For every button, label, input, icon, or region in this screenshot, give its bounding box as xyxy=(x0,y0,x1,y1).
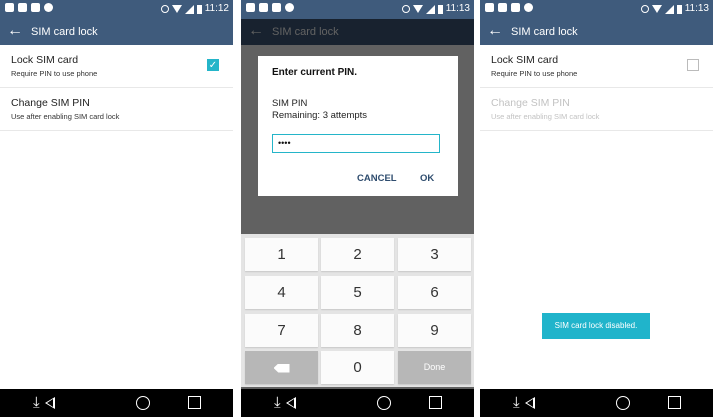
key-0[interactable]: 0 xyxy=(321,351,394,384)
status-bar: 11:13 xyxy=(480,0,713,19)
lock-sim-card-title: Lock SIM card xyxy=(11,54,79,66)
home-icon[interactable] xyxy=(616,396,630,410)
numeric-keypad: 1 2 3 4 5 6 7 8 9 0 Done xyxy=(241,234,474,387)
key-5[interactable]: 5 xyxy=(321,276,394,309)
back-icon[interactable] xyxy=(286,397,296,409)
notification-icons xyxy=(485,3,533,12)
change-sim-pin-title: Change SIM PIN xyxy=(11,97,90,109)
sync-icon xyxy=(285,3,294,12)
recent-apps-icon[interactable] xyxy=(668,396,681,409)
change-sim-pin-row[interactable]: Change SIM PIN Use after enabling SIM ca… xyxy=(0,88,233,131)
lock-sim-card-title: Lock SIM card xyxy=(491,54,559,66)
lock-sim-card-checkbox[interactable]: ✓ xyxy=(207,59,219,71)
page-title: SIM card lock xyxy=(511,26,578,38)
backspace-icon xyxy=(273,363,290,373)
notification-icons xyxy=(246,3,294,12)
notification-pull-icon[interactable]: ⤓ xyxy=(33,394,40,412)
status-bar: 11:13 xyxy=(241,0,474,19)
lock-sim-card-row[interactable]: Lock SIM card Require PIN to use phone xyxy=(480,45,713,88)
toast-message: SIM card lock disabled. xyxy=(542,313,650,339)
done-key[interactable]: Done xyxy=(398,351,471,384)
sync-icon xyxy=(44,3,53,12)
enter-pin-dialog: Enter current PIN. SIM PIN Remaining: 3 … xyxy=(258,56,458,196)
phone-screen-1: 11:12 ← SIM card lock Lock SIM card Requ… xyxy=(0,0,233,417)
message-icon xyxy=(511,3,520,12)
phone-screen-2: 11:13 ← SIM card lock Enter current PIN.… xyxy=(241,0,474,417)
status-time: 11:12 xyxy=(204,3,229,14)
pin-input[interactable]: •••• xyxy=(272,134,440,153)
signal-icon xyxy=(664,4,674,14)
key-6[interactable]: 6 xyxy=(398,276,471,309)
sync-icon xyxy=(524,3,533,12)
battery-icon xyxy=(676,4,682,14)
lock-sim-card-checkbox[interactable] xyxy=(687,59,699,71)
message-icon xyxy=(272,3,281,12)
dialog-title: Enter current PIN. xyxy=(272,67,358,78)
home-icon[interactable] xyxy=(377,396,391,410)
change-sim-pin-subtitle: Use after enabling SIM card lock xyxy=(491,112,600,121)
lock-sim-card-subtitle: Require PIN to use phone xyxy=(11,69,98,78)
wifi-icon xyxy=(412,5,423,13)
key-7[interactable]: 7 xyxy=(245,314,318,347)
lock-sim-card-subtitle: Require PIN to use phone xyxy=(491,69,578,78)
remaining-attempts: Remaining: 3 attempts xyxy=(272,110,368,121)
notification-pull-icon[interactable]: ⤓ xyxy=(513,394,520,412)
image-icon xyxy=(259,3,268,12)
status-bar: 11:12 xyxy=(0,0,233,19)
wifi-icon xyxy=(651,5,662,13)
battery-icon xyxy=(437,4,443,14)
navigation-bar: ⤓ xyxy=(241,389,474,417)
key-1[interactable]: 1 xyxy=(245,238,318,271)
image-icon xyxy=(485,3,494,12)
notification-icon xyxy=(5,3,14,12)
backspace-key[interactable] xyxy=(245,351,318,384)
home-icon[interactable] xyxy=(136,396,150,410)
ok-button[interactable]: OK xyxy=(420,173,434,184)
message-icon xyxy=(31,3,40,12)
image-icon xyxy=(18,3,27,12)
key-8[interactable]: 8 xyxy=(321,314,394,347)
status-time: 11:13 xyxy=(684,3,709,14)
navigation-bar: ⤓ xyxy=(0,389,233,417)
page-title: SIM card lock xyxy=(31,26,98,38)
change-sim-pin-row: Change SIM PIN Use after enabling SIM ca… xyxy=(480,88,713,131)
navigation-bar: ⤓ xyxy=(480,389,713,417)
back-arrow-icon[interactable]: ← xyxy=(7,23,23,39)
recent-apps-icon[interactable] xyxy=(429,396,442,409)
wifi-icon xyxy=(171,5,182,13)
notification-icon xyxy=(498,3,507,12)
cancel-button[interactable]: CANCEL xyxy=(357,173,397,184)
sim-pin-label: SIM PIN xyxy=(272,98,308,109)
alarm-icon xyxy=(640,5,649,13)
status-time: 11:13 xyxy=(445,3,470,14)
notification-icons xyxy=(5,3,53,12)
key-9[interactable]: 9 xyxy=(398,314,471,347)
change-sim-pin-subtitle: Use after enabling SIM card lock xyxy=(11,112,120,121)
key-4[interactable]: 4 xyxy=(245,276,318,309)
app-bar: ← SIM card lock xyxy=(0,19,233,45)
notification-icon xyxy=(246,3,255,12)
key-3[interactable]: 3 xyxy=(398,238,471,271)
key-2[interactable]: 2 xyxy=(321,238,394,271)
app-bar: ← SIM card lock xyxy=(480,19,713,45)
battery-icon xyxy=(196,4,202,14)
alarm-icon xyxy=(160,5,169,13)
lock-sim-card-row[interactable]: Lock SIM card Require PIN to use phone ✓ xyxy=(0,45,233,88)
signal-icon xyxy=(184,4,194,14)
back-icon[interactable] xyxy=(525,397,535,409)
alarm-icon xyxy=(401,5,410,13)
recent-apps-icon[interactable] xyxy=(188,396,201,409)
back-icon[interactable] xyxy=(45,397,55,409)
back-arrow-icon[interactable]: ← xyxy=(487,23,503,39)
notification-pull-icon[interactable]: ⤓ xyxy=(274,394,281,412)
phone-screen-3: 11:13 ← SIM card lock Lock SIM card Requ… xyxy=(480,0,713,417)
signal-icon xyxy=(425,4,435,14)
change-sim-pin-title: Change SIM PIN xyxy=(491,97,570,109)
